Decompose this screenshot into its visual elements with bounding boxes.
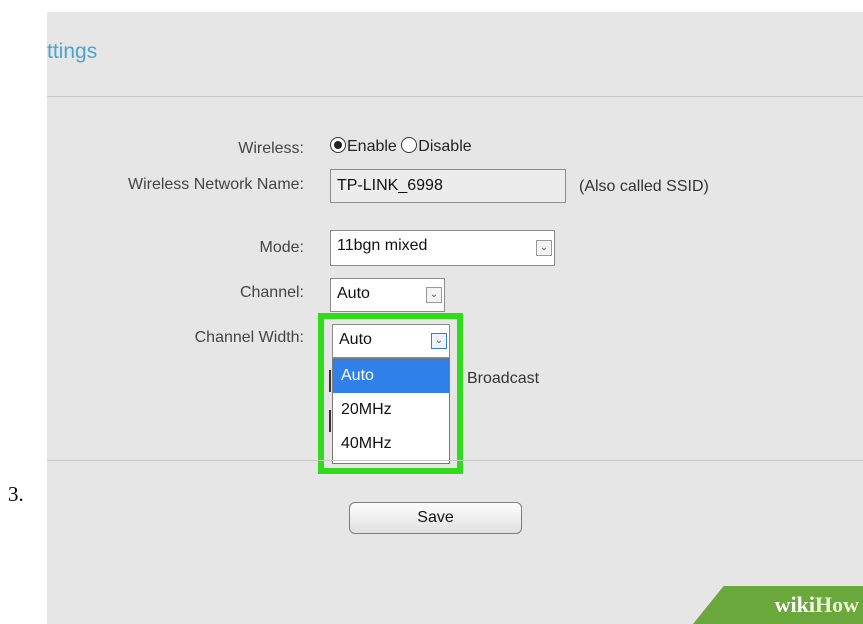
mode-label: Mode:: [259, 239, 304, 256]
enable-radio[interactable]: [330, 137, 346, 153]
disable-label: Disable: [418, 138, 472, 155]
footer-divider: [47, 460, 863, 461]
mode-value: 11bgn mixed: [337, 237, 428, 254]
disable-radio[interactable]: [401, 137, 418, 153]
enable-label: Enable: [347, 138, 397, 155]
ssid-label: Wireless Network Name:: [127, 176, 304, 193]
mode-select[interactable]: 11bgn mixed ⌄: [330, 230, 555, 266]
chevron-down-icon[interactable]: ⌄: [536, 240, 552, 256]
watermark-wiki: wiki: [774, 592, 815, 617]
enable-radio-option[interactable]: Enable: [330, 137, 397, 155]
watermark-how: How: [815, 592, 859, 617]
channel-value: Auto: [337, 285, 370, 302]
chevron-down-icon[interactable]: ⌄: [426, 287, 442, 303]
channel-select[interactable]: Auto ⌄: [330, 278, 445, 312]
header-divider: [47, 96, 863, 97]
disable-radio-option[interactable]: Disable: [401, 137, 472, 155]
channel-label: Channel:: [239, 284, 304, 301]
channel-width-label: Channel Width:: [194, 329, 304, 346]
broadcast-text: Broadcast: [467, 370, 540, 387]
wireless-label: Wireless:: [238, 140, 304, 157]
router-settings-screenshot: ttings Wireless: Enable Disable Wireless…: [47, 0, 863, 624]
wikihow-watermark: wikiHow: [775, 592, 859, 618]
top-strip: [47, 0, 863, 12]
wireless-radio-group: Enable Disable: [330, 137, 472, 156]
ssid-hint: (Also called SSID): [579, 178, 709, 195]
highlight-box: [318, 313, 463, 474]
ssid-input[interactable]: [330, 169, 566, 203]
step-number: 3.: [8, 482, 24, 506]
save-button[interactable]: Save: [349, 502, 522, 534]
page-title: ttings: [47, 40, 98, 63]
